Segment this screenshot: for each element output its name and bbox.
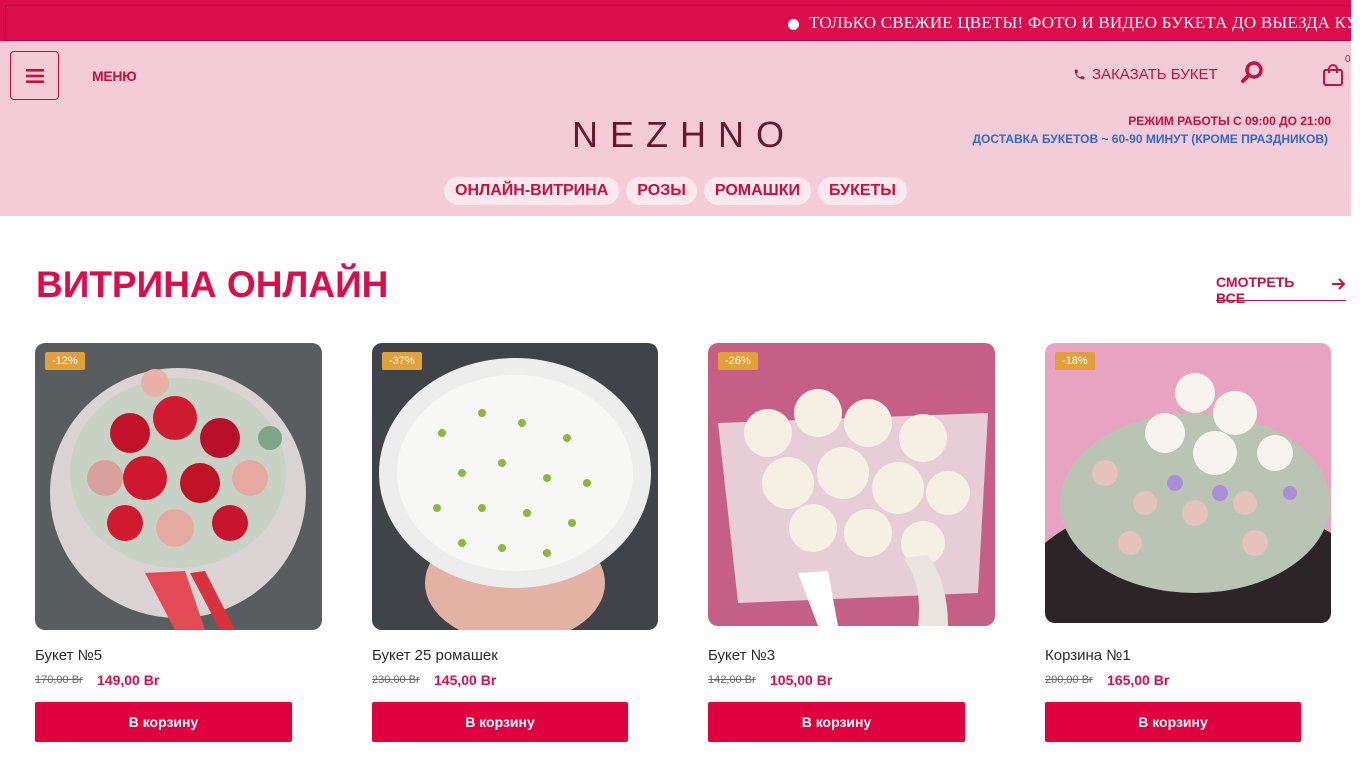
see-all-link[interactable]: СМОТРЕТЬ ВСЕ	[1216, 274, 1346, 306]
working-hours: РЕЖИМ РАБОТЫ С 09:00 ДО 21:00	[1128, 114, 1331, 128]
nav-item-roses[interactable]: РОЗЫ	[626, 177, 697, 205]
product-name[interactable]: Букет №3	[708, 647, 775, 664]
old-price: 142,00 Br	[708, 674, 756, 686]
add-to-cart-button[interactable]: В корзину	[372, 702, 628, 742]
product-image[interactable]: -37%	[372, 343, 658, 630]
product-image[interactable]: -12%	[35, 343, 322, 630]
shopping-bag-icon	[1323, 64, 1343, 86]
menu-icon	[25, 68, 44, 83]
product-name[interactable]: Букет №5	[35, 647, 102, 664]
cart-count-badge: 0	[1345, 54, 1351, 65]
nav-item-daisies[interactable]: РОМАШКИ	[703, 177, 812, 205]
arrow-right-icon	[1332, 278, 1346, 290]
basket-mixed-flowers-image	[1045, 343, 1331, 623]
product-card: -37% Букет 25 ромашек 230,00 Br 145,00 B…	[372, 343, 662, 742]
product-image[interactable]: -26%	[708, 343, 995, 626]
product-card: -26% Букет №3 142,00 Br 105,00 Br В корз…	[708, 343, 998, 742]
bouquet-daisies-image	[372, 343, 658, 630]
discount-badge: -12%	[45, 352, 85, 370]
product-image[interactable]: -18%	[1045, 343, 1331, 623]
search-icon	[1241, 61, 1263, 83]
announcement-ticker: ТОЛЬКО СВЕЖИЕ ЦВЕТЫ! ФОТО И ВИДЕО БУКЕТА…	[0, 0, 1351, 41]
page-scrollbar[interactable]	[1351, 0, 1366, 768]
menu-button[interactable]	[10, 51, 59, 100]
order-bouquet-label: ЗАКАЗАТЬ БУКЕТ	[1092, 66, 1218, 83]
bouquet-red-roses-image	[35, 343, 322, 630]
add-to-cart-button[interactable]: В корзину	[35, 702, 292, 742]
phone-icon	[1074, 69, 1085, 80]
discount-badge: -37%	[382, 352, 422, 370]
sale-price: 165,00 Br	[1107, 672, 1170, 688]
main-nav: ОНЛАЙН-ВИТРИНА РОЗЫ РОМАШКИ БУКЕТЫ	[444, 177, 907, 205]
sale-price: 145,00 Br	[434, 672, 497, 688]
site-header: МЕНЮ ЗАКАЗАТЬ БУКЕТ 0 NEZHNO РЕЖИМ РАБОТ…	[0, 41, 1351, 216]
old-price: 200,00 Br	[1045, 674, 1093, 686]
old-price: 170,00 Br	[35, 674, 83, 686]
product-name[interactable]: Букет 25 ромашек	[372, 647, 498, 664]
nav-item-bouquets[interactable]: БУКЕТЫ	[818, 177, 907, 205]
site-logo[interactable]: NEZHNO	[572, 114, 796, 156]
discount-badge: -26%	[718, 352, 758, 370]
ticker-text: ТОЛЬКО СВЕЖИЕ ЦВЕТЫ! ФОТО И ВИДЕО БУКЕТА…	[809, 13, 1351, 32]
menu-label[interactable]: МЕНЮ	[92, 68, 137, 84]
product-card: -12% Букет №5 170,00 Br 149,00 Br В корз…	[35, 343, 325, 742]
cart-button[interactable]	[1322, 63, 1344, 92]
product-card: -18% Корзина №1 200,00 Br 165,00 Br В ко…	[1045, 343, 1335, 742]
sale-price: 149,00 Br	[97, 672, 160, 688]
bullet-icon	[788, 19, 799, 30]
add-to-cart-button[interactable]: В корзину	[1045, 702, 1301, 742]
add-to-cart-button[interactable]: В корзину	[708, 702, 965, 742]
section-title: ВИТРИНА ОНЛАЙН	[36, 264, 389, 305]
delivery-info: ДОСТАВКА БУКЕТОВ ~ 60-90 МИНУТ (КРОМЕ ПР…	[972, 132, 1329, 146]
search-button[interactable]	[1240, 61, 1264, 90]
product-name[interactable]: Корзина №1	[1045, 647, 1131, 664]
bouquet-white-carnations-image	[708, 343, 995, 626]
old-price: 230,00 Br	[372, 674, 420, 686]
discount-badge: -18%	[1055, 352, 1095, 370]
see-all-label: СМОТРЕТЬ ВСЕ	[1216, 274, 1295, 306]
nav-item-online-showcase[interactable]: ОНЛАЙН-ВИТРИНА	[444, 177, 620, 205]
sale-price: 105,00 Br	[770, 672, 833, 688]
order-bouquet-link[interactable]: ЗАКАЗАТЬ БУКЕТ	[1073, 66, 1218, 83]
